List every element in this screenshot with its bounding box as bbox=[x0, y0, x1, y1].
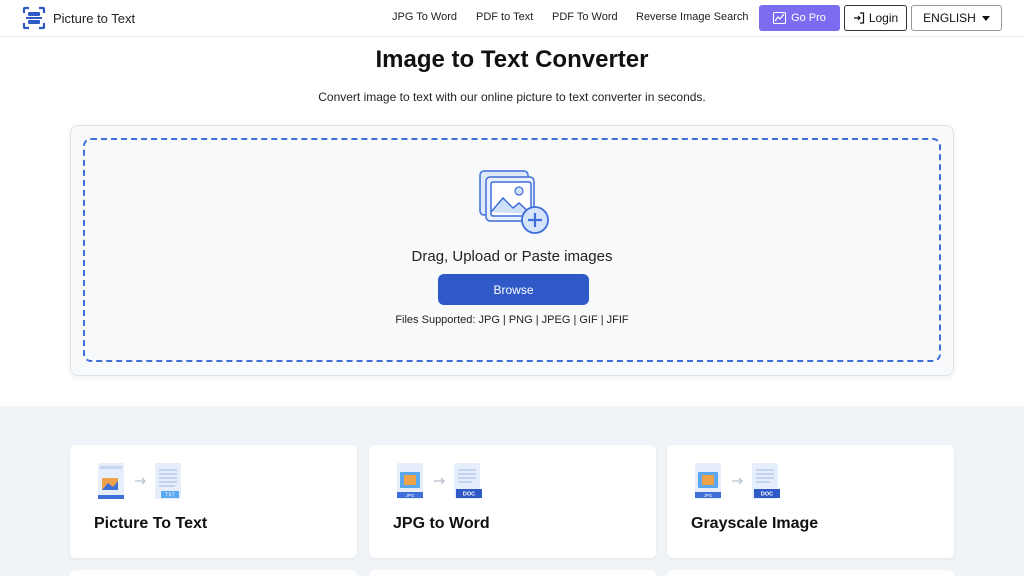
login-icon bbox=[853, 12, 864, 24]
add-image-icon bbox=[479, 170, 549, 234]
browse-button[interactable]: Browse bbox=[438, 274, 589, 305]
nav-reverse-image-search[interactable]: Reverse Image Search bbox=[636, 11, 749, 23]
supported-formats: Files Supported: JPG | PNG | JPEG | GIF … bbox=[395, 314, 629, 326]
go-pro-button[interactable]: Go Pro bbox=[759, 5, 840, 31]
tool-label: Grayscale Image bbox=[691, 515, 819, 532]
logo[interactable]: Picture to Text bbox=[22, 6, 135, 30]
nav-pdf-to-word[interactable]: PDF To Word bbox=[552, 11, 618, 23]
scan-logo-icon bbox=[22, 6, 46, 30]
language-label: ENGLISH bbox=[923, 11, 976, 25]
page-subtitle: Convert image to text with our online pi… bbox=[318, 90, 706, 104]
doc-badge: DOC bbox=[761, 492, 773, 498]
upload-card: Drag, Upload or Paste images Browse File… bbox=[70, 125, 954, 376]
chart-icon bbox=[773, 12, 787, 24]
logo-text: Picture to Text bbox=[53, 10, 136, 26]
tool-label: JPG to Word bbox=[393, 515, 490, 532]
tool-card-picture-to-text[interactable]: TXT Picture To Text bbox=[70, 445, 357, 558]
tool-card-jpg-to-word[interactable]: JPG DOC JPG to Word bbox=[369, 445, 656, 558]
page-title: Image to Text Converter bbox=[375, 46, 649, 73]
dropzone[interactable]: Drag, Upload or Paste images Browse File… bbox=[83, 138, 941, 362]
tool-card-grayscale-image[interactable]: JPG DOC Grayscale Image bbox=[667, 445, 954, 558]
jpg-to-doc-icon: JPG DOC bbox=[695, 463, 780, 499]
tool-card-next-row[interactable] bbox=[70, 570, 357, 576]
jpg-badge: JPG bbox=[704, 493, 713, 498]
jpg-badge: JPG bbox=[406, 493, 415, 498]
tool-label: Picture To Text bbox=[94, 515, 208, 532]
image-to-text-icon: TXT bbox=[98, 463, 181, 499]
go-pro-label: Go Pro bbox=[791, 12, 826, 24]
login-label: Login bbox=[868, 11, 899, 25]
nav-pdf-to-text[interactable]: PDF to Text bbox=[476, 11, 533, 23]
drop-instructions: Drag, Upload or Paste images bbox=[411, 248, 613, 265]
nav-jpg-to-word[interactable]: JPG To Word bbox=[392, 11, 457, 23]
jpg-to-doc-icon: JPG DOC bbox=[397, 463, 482, 499]
caret-down-icon bbox=[981, 15, 990, 21]
language-select[interactable]: ENGLISH bbox=[911, 5, 1002, 31]
login-button[interactable]: Login bbox=[844, 5, 907, 31]
doc-badge: DOC bbox=[463, 492, 475, 498]
txt-badge: TXT bbox=[165, 493, 174, 499]
top-navbar: Picture to Text JPG To Word PDF to Text … bbox=[0, 0, 1024, 37]
tool-card-next-row[interactable] bbox=[369, 570, 656, 576]
tool-card-next-row[interactable] bbox=[667, 570, 954, 576]
